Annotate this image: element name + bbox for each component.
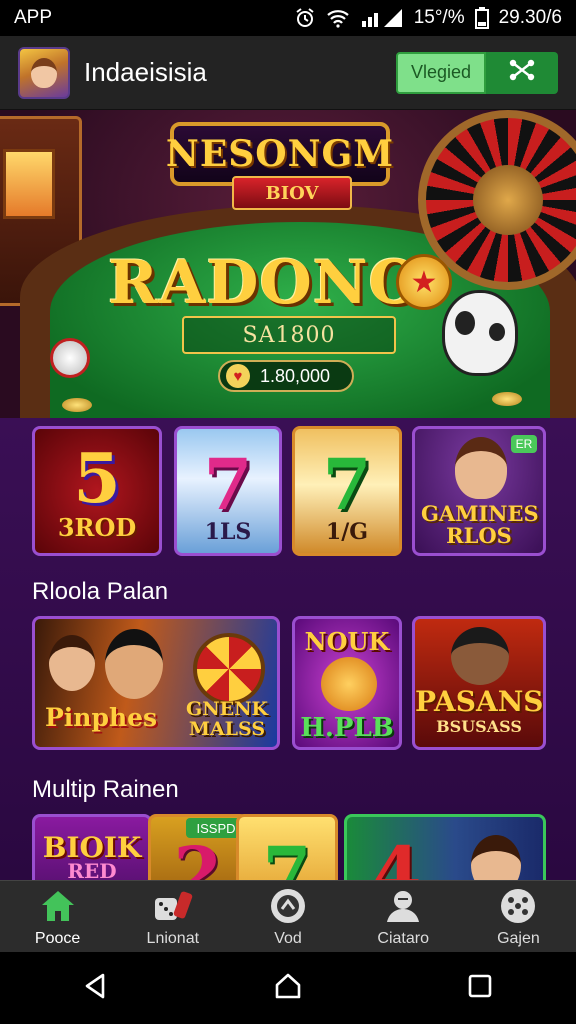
signed-button[interactable]: Vlegied bbox=[396, 51, 486, 94]
hero-subheadline: SA1800 bbox=[182, 316, 396, 354]
dice-icon bbox=[153, 886, 193, 926]
game-tile-label: 1LS bbox=[204, 519, 252, 545]
share-icon bbox=[507, 57, 537, 88]
share-button[interactable] bbox=[486, 51, 558, 94]
cow-mascot-graphic bbox=[442, 290, 518, 376]
section-title: Multip Rainen bbox=[32, 776, 179, 803]
wifi-icon bbox=[326, 8, 350, 28]
home-icon bbox=[38, 886, 78, 926]
avatar[interactable] bbox=[18, 46, 70, 99]
game-tile-number: 4 bbox=[372, 831, 422, 880]
coin-graphic bbox=[62, 398, 92, 412]
recents-button[interactable] bbox=[450, 958, 510, 1018]
heart-icon: ♥ bbox=[226, 364, 250, 388]
game-tile-label: PASANS bbox=[415, 685, 544, 718]
game-tile-label: RED bbox=[67, 859, 117, 880]
user-icon bbox=[383, 886, 423, 926]
nav-item-label: Vod bbox=[274, 929, 302, 947]
game-tile[interactable]: 4 bbox=[344, 814, 546, 880]
game-tile-number: 7 bbox=[322, 443, 372, 526]
nav-item-label: Gajen bbox=[497, 929, 540, 947]
status-bar: APP 15°/% 29.30/6 bbox=[0, 0, 576, 36]
back-button[interactable] bbox=[66, 958, 126, 1018]
game-tile-label: 1/G bbox=[325, 519, 369, 545]
back-icon bbox=[81, 971, 111, 1006]
coin-graphic bbox=[492, 392, 522, 406]
hero-headline: RADONO bbox=[108, 248, 422, 318]
game-tile[interactable]: Pinphes GNENK MALSS bbox=[32, 616, 280, 750]
game-tile-label: NOUK bbox=[304, 627, 390, 656]
game-tile-label: GAMINES RLOS bbox=[421, 501, 539, 548]
nav-item-label: Ciataro bbox=[377, 929, 429, 947]
section-title: Rloola Palan bbox=[32, 578, 169, 605]
home-outline-icon bbox=[273, 971, 303, 1006]
battery-percent: 15°/% bbox=[413, 7, 465, 28]
nav-item-home[interactable]: Pooce bbox=[0, 881, 115, 952]
game-tile-label: GNENK MALSS bbox=[186, 698, 268, 740]
status-time: 29.30/6 bbox=[498, 7, 562, 28]
alarm-icon bbox=[294, 7, 316, 29]
gamepad-icon bbox=[498, 886, 538, 926]
home-button[interactable] bbox=[258, 958, 318, 1018]
game-tile-number: 7 bbox=[203, 443, 253, 526]
game-tile-label: 3ROD bbox=[57, 513, 137, 542]
recents-icon bbox=[466, 972, 494, 1005]
game-tile[interactable]: 7 1LS bbox=[174, 426, 282, 556]
nav-item-label: Pooce bbox=[34, 929, 81, 947]
nav-item-label: Lnionat bbox=[146, 929, 200, 947]
system-nav-bar bbox=[0, 952, 576, 1024]
status-app-label: APP bbox=[14, 7, 53, 28]
game-tile[interactable]: NOUK H.PLB bbox=[292, 616, 402, 750]
hero-ribbon: BIOV bbox=[232, 176, 352, 210]
game-tile[interactable]: ER GAMINES RLOS bbox=[412, 426, 546, 556]
game-tile-number: 7 bbox=[262, 831, 312, 880]
page-title: Indaeisisia bbox=[84, 57, 207, 87]
nav-item-gajen[interactable]: Gajen bbox=[461, 881, 576, 952]
chip-graphic bbox=[50, 338, 90, 378]
star-icon: ★ bbox=[396, 254, 452, 310]
nav-item-ciataro[interactable]: Ciataro bbox=[346, 881, 461, 952]
jackpot-value: 1.80,000 bbox=[260, 365, 331, 386]
game-content: 5 3ROD 7 1LS 7 1/G ER GAMINES RLOS Rlool… bbox=[0, 418, 576, 880]
game-tile-number: 2 bbox=[173, 831, 223, 880]
dealer-graphic bbox=[471, 835, 521, 880]
dealer-graphic bbox=[455, 437, 507, 499]
lion-icon bbox=[321, 657, 377, 711]
nav-item-vod[interactable]: Vod bbox=[230, 881, 345, 952]
game-tile[interactable]: BIOIK RED bbox=[32, 814, 152, 880]
game-tile-number: 5 bbox=[73, 439, 121, 519]
nav-item-lnionat[interactable]: Lnionat bbox=[115, 881, 230, 952]
game-tile[interactable]: 5 3ROD bbox=[32, 426, 162, 556]
game-tile-label: BSUSASS bbox=[436, 717, 522, 736]
jackpot-badge[interactable]: ♥ 1.80,000 bbox=[218, 360, 354, 392]
battery-icon bbox=[474, 7, 489, 29]
game-tile-label: H.PLB bbox=[300, 713, 394, 743]
wheel-graphic bbox=[193, 633, 265, 705]
game-tile-label: Pinphes bbox=[45, 703, 158, 732]
bottom-nav: Pooce Lnionat Vod Ciataro Gajen bbox=[0, 880, 576, 952]
signal-icon bbox=[360, 8, 404, 28]
character-graphic bbox=[105, 629, 163, 699]
game-tile-badge: ER bbox=[511, 435, 537, 453]
game-tile[interactable]: PASANS BSUSASS bbox=[412, 616, 546, 750]
chip-icon bbox=[268, 886, 308, 926]
game-tile[interactable]: 7 1/G bbox=[292, 426, 402, 556]
character-graphic bbox=[451, 627, 509, 685]
character-graphic bbox=[49, 635, 95, 691]
app-header: Indaeisisia Vlegied bbox=[0, 36, 576, 110]
game-tile[interactable]: 7 bbox=[236, 814, 338, 880]
